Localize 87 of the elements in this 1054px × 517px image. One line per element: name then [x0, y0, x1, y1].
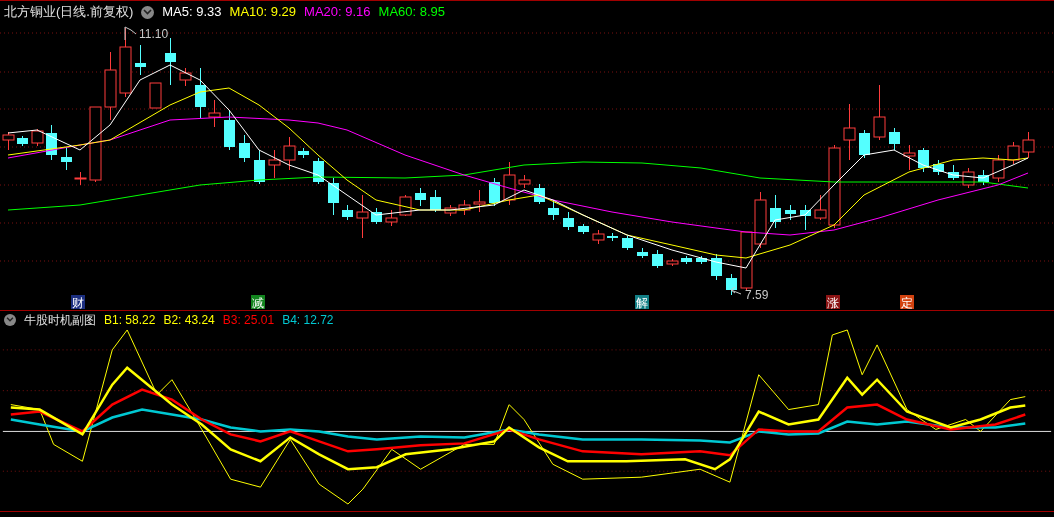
candlestick: [2, 131, 15, 151]
candlestick: [473, 189, 486, 213]
candlestick: [149, 82, 162, 109]
pointer-icon: [730, 286, 742, 295]
candlestick: [208, 99, 221, 128]
candlestick: [563, 211, 574, 231]
candlestick: [399, 194, 412, 217]
candlestick: [430, 189, 441, 213]
candlestick: [933, 159, 944, 176]
candlestick: [726, 273, 737, 296]
candlestick: [652, 249, 663, 269]
candlestick: [962, 167, 975, 189]
candlestick: [313, 157, 324, 185]
signal-tag: 减: [251, 295, 265, 310]
candlestick: [356, 194, 369, 239]
candlestick: [785, 204, 796, 221]
candlestick: [592, 229, 605, 245]
indicator-value: MA5: 9.33: [162, 3, 222, 22]
candlestick: [637, 247, 648, 259]
candlestick: [859, 129, 870, 159]
chart-title: 北方铜业(日线.前复权): [4, 3, 134, 22]
candlestick: [458, 199, 471, 216]
candlestick: [165, 37, 176, 86]
signal-tag: 定: [900, 295, 914, 310]
candlestick: [978, 169, 989, 186]
candlestick: [46, 124, 57, 161]
candlestick: [104, 51, 117, 121]
price-label: 7.59: [745, 288, 769, 302]
indicator-title: 牛股时机副图: [24, 311, 96, 329]
candlestick: [239, 134, 250, 163]
indicator-value: B1: 58.22: [104, 311, 156, 329]
candlestick: [268, 149, 281, 179]
candlestick: [696, 255, 707, 265]
candlestick: [948, 164, 959, 181]
candlestick: [1007, 141, 1020, 165]
candlestick: [74, 171, 87, 186]
candlestick: [578, 223, 589, 235]
candlestick: [61, 147, 72, 171]
candlestick: [843, 103, 856, 161]
candlestick: [711, 253, 722, 281]
pointer-icon: [124, 26, 137, 41]
candlestick: [503, 161, 516, 206]
candlestick: [607, 232, 618, 242]
candlestick: [328, 177, 339, 216]
candlestick: [385, 209, 398, 227]
indicator-value: MA20: 9.16: [304, 3, 371, 22]
candlestick: [903, 144, 916, 171]
indicator-value: B4: 12.72: [282, 311, 334, 329]
indicator-value: MA10: 9.29: [229, 3, 297, 22]
dropdown-icon[interactable]: [4, 313, 16, 326]
price-label: 11.10: [139, 27, 169, 41]
candlestick: [770, 194, 781, 229]
candlestick: [992, 154, 1005, 183]
candlestick: [444, 204, 457, 217]
candlestick: [622, 235, 633, 251]
candlestick: [548, 199, 559, 221]
candlestick: [518, 174, 531, 189]
signal-tag: 涨: [826, 295, 840, 310]
signal-tag: 财: [71, 295, 85, 310]
candlestick: [534, 183, 545, 205]
candlestick: [918, 147, 929, 173]
indicator-value: B3: 25.01: [222, 311, 275, 329]
candlestick: [283, 136, 296, 171]
candlestick: [298, 147, 309, 159]
candlestick: [754, 191, 767, 249]
candlestick: [889, 127, 900, 151]
candlestick: [254, 149, 265, 185]
candlestick: [17, 135, 28, 147]
candlestick: [342, 204, 353, 221]
candlestick: [195, 67, 206, 119]
candlestick: [415, 187, 426, 207]
candlestick: [224, 109, 235, 151]
candlestick: [681, 255, 692, 265]
dropdown-icon[interactable]: [141, 5, 155, 19]
candlestick: [371, 207, 382, 225]
candlestick: [873, 84, 886, 141]
candlestick: [800, 204, 811, 231]
candlestick: [1022, 131, 1035, 159]
candlestick: [135, 44, 146, 76]
signal-tag: 解: [635, 295, 649, 310]
candlestick: [489, 177, 500, 207]
indicator-value: MA60: 8.95: [378, 3, 446, 22]
candlestick: [179, 67, 192, 87]
candlestick: [740, 231, 753, 291]
candlestick: [666, 258, 679, 267]
indicator-value: B2: 43.24: [163, 311, 215, 329]
candlestick: [31, 128, 44, 147]
